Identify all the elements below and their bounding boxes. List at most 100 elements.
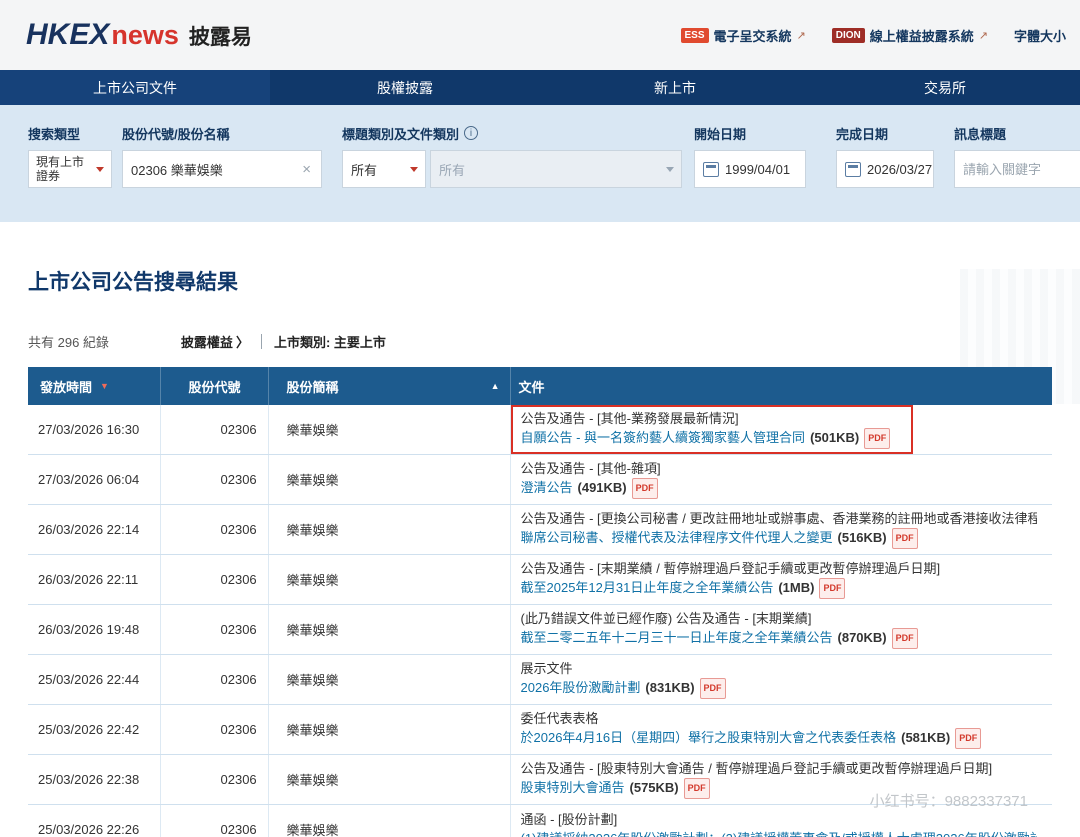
search-filter-bar: 搜索類型 現有上市證券 股份代號/股份名稱 02306 樂華娛樂 × 標題類別及…: [0, 105, 1080, 222]
release-time: 25/03/2026 22:42: [28, 705, 160, 755]
font-size-label: 字體大小: [1014, 26, 1066, 45]
header-label: 文件: [519, 377, 545, 396]
end-date-input[interactable]: 2026/03/27: [836, 150, 934, 188]
page-title: 上市公司公告搜尋結果: [28, 266, 1052, 296]
search-type-label: 搜索類型: [28, 125, 112, 141]
pdf-badge[interactable]: PDF: [819, 578, 845, 599]
document-box: 公告及通告 - [其他-雜項] 澄清公告 (491KB) PDF: [511, 455, 671, 504]
stock-code: 02306: [160, 705, 268, 755]
stock-code: 02306: [160, 555, 268, 605]
document-box: 通函 - [股份計劃] (1)建議採納2026年股份激勵計劃；(2)建議授權董事…: [511, 806, 1047, 837]
start-date-input[interactable]: 1999/04/01: [694, 150, 806, 188]
document-box: 委任代表表格 於2026年4月16日（星期四）舉行之股東特別大會之代表委任表格 (…: [511, 705, 992, 754]
stock-group: 股份代號/股份名稱 02306 樂華娛樂 ×: [122, 125, 332, 222]
dion-label: 線上權益披露系統: [870, 26, 974, 45]
logo-news-text: news: [111, 20, 179, 51]
column-header-stock-code[interactable]: 股份代號: [160, 367, 268, 405]
table-row: 27/03/2026 06:04 02306 樂華娛樂 公告及通告 - [其他-…: [28, 455, 1052, 505]
document-size: (581KB): [901, 730, 950, 745]
search-type-select[interactable]: 現有上市證券: [28, 150, 112, 188]
keyword-group: 訊息標題: [954, 125, 1080, 222]
header-links: ESS 電子呈交系統 ↗ DION 線上權益披露系統 ↗ 字體大小: [681, 26, 1067, 45]
results-table: 發放時間 ▼ 股份代號 股份簡稱 ▲ 文件 27: [28, 367, 1052, 837]
results-meta-row: 共有 296 紀錄 披露權益 〉 上市類別: 主要上市: [28, 332, 1052, 351]
stock-name: 樂華娛樂: [268, 655, 510, 705]
document-link[interactable]: 2026年股份激勵計劃: [521, 680, 641, 695]
nav-item-new-listings[interactable]: 新上市: [540, 70, 810, 105]
pdf-badge[interactable]: PDF: [892, 628, 918, 649]
ess-badge: ESS: [681, 28, 709, 43]
release-time: 25/03/2026 22:26: [28, 805, 160, 837]
keyword-input[interactable]: [954, 150, 1080, 188]
document-link[interactable]: 股東特別大會通告: [521, 780, 625, 795]
headline-type-select[interactable]: 所有: [342, 150, 426, 188]
document-category: 委任代表表格: [521, 710, 982, 728]
nav-label: 交易所: [924, 78, 966, 98]
document-link[interactable]: 澄清公告: [521, 480, 573, 495]
disclosure-of-interests-link[interactable]: 披露權益: [181, 332, 233, 351]
document-size: (491KB): [578, 480, 627, 495]
column-header-release-time[interactable]: 發放時間 ▼: [28, 367, 160, 405]
document-link[interactable]: 截至2025年12月31日止年度之全年業績公告: [521, 580, 774, 595]
dion-badge: DION: [832, 28, 865, 43]
document-category: 公告及通告 - [股東特別大會通告 / 暫停辦理過戶登記手續或更改暫停辦理過戶日…: [521, 760, 993, 778]
document-link[interactable]: 截至二零二五年十二月三十一日止年度之全年業績公告: [521, 630, 833, 645]
table-row: 25/03/2026 22:42 02306 樂華娛樂 委任代表表格 於2026…: [28, 705, 1052, 755]
nav-label: 股權披露: [377, 78, 433, 98]
clear-icon[interactable]: ×: [300, 161, 313, 178]
calendar-icon[interactable]: [703, 162, 719, 177]
font-size-control[interactable]: 字體大小: [1014, 26, 1066, 45]
pdf-badge[interactable]: PDF: [700, 678, 726, 699]
headline-label-text: 標題類別及文件類別: [342, 124, 459, 143]
stock-name: 樂華娛樂: [268, 805, 510, 837]
document-category: 通函 - [股份計劃]: [521, 811, 1037, 829]
column-header-stock-name[interactable]: 股份簡稱 ▲: [268, 367, 510, 405]
external-link-icon: ↗: [979, 29, 988, 42]
calendar-icon[interactable]: [845, 162, 861, 177]
document-category: 公告及通告 - [其他-雜項]: [521, 460, 661, 478]
document-category: 展示文件: [521, 660, 726, 678]
end-date-label: 完成日期: [836, 125, 944, 141]
document-link[interactable]: 聯席公司秘書、授權代表及法律程序文件代理人之變更: [521, 530, 833, 545]
headline-label: 標題類別及文件類別 i: [342, 125, 682, 141]
start-date-label: 開始日期: [694, 125, 826, 141]
pdf-badge[interactable]: PDF: [892, 528, 918, 549]
search-type-value: 現有上市證券: [36, 155, 95, 183]
document-link[interactable]: 自願公告 - 與一名簽約藝人續簽獨家藝人管理合同: [521, 430, 806, 445]
info-icon[interactable]: i: [464, 126, 478, 140]
release-time: 25/03/2026 22:38: [28, 755, 160, 805]
release-time: 25/03/2026 22:44: [28, 655, 160, 705]
logo-hkex-text: HKEX: [26, 18, 109, 52]
pdf-badge[interactable]: PDF: [955, 728, 981, 749]
document-link[interactable]: (1)建議採納2026年股份激勵計劃；(2)建議授權董事會及/或授權人士處理20…: [521, 831, 1037, 837]
document-cell: 公告及通告 - [末期業績 / 暫停辦理過戶登記手續或更改暫停辦理過戶日期] 截…: [510, 555, 1052, 605]
nav-item-disclosure-of-interests[interactable]: 股權披露: [270, 70, 540, 105]
nav-item-listed-company-documents[interactable]: 上市公司文件: [0, 70, 270, 105]
stock-input[interactable]: 02306 樂華娛樂 ×: [122, 150, 322, 188]
stock-code: 02306: [160, 805, 268, 837]
stock-name: 樂華娛樂: [268, 455, 510, 505]
hkexnews-logo[interactable]: HKEX news 披露易: [26, 18, 252, 52]
document-cell: 公告及通告 - [其他-業務發展最新情況] 自願公告 - 與一名簽約藝人續簽獨家…: [510, 405, 1052, 455]
keyword-label: 訊息標題: [954, 125, 1080, 141]
stock-code: 02306: [160, 505, 268, 555]
end-date-value: 2026/03/27: [867, 162, 932, 177]
pdf-badge[interactable]: PDF: [864, 428, 890, 449]
document-box: 展示文件 2026年股份激勵計劃 (831KB) PDF: [511, 655, 736, 704]
column-header-documents[interactable]: 文件: [510, 367, 1052, 405]
stock-name: 樂華娛樂: [268, 705, 510, 755]
record-count: 共有 296 紀錄: [28, 332, 109, 351]
document-type-select[interactable]: 所有: [430, 150, 682, 188]
document-size: (831KB): [645, 680, 694, 695]
document-cell: 公告及通告 - [股東特別大會通告 / 暫停辦理過戶登記手續或更改暫停辦理過戶日…: [510, 755, 1052, 805]
dion-link[interactable]: DION 線上權益披露系統 ↗: [832, 26, 988, 45]
ess-link[interactable]: ESS 電子呈交系統 ↗: [681, 26, 806, 45]
header-label: 發放時間: [40, 377, 92, 396]
pdf-badge[interactable]: PDF: [684, 778, 710, 799]
sort-descending-icon: ▼: [100, 381, 109, 391]
pdf-badge[interactable]: PDF: [632, 478, 658, 499]
stock-label: 股份代號/股份名稱: [122, 125, 332, 141]
document-link[interactable]: 於2026年4月16日（星期四）舉行之股東特別大會之代表委任表格: [521, 730, 897, 745]
table-row: 26/03/2026 22:11 02306 樂華娛樂 公告及通告 - [末期業…: [28, 555, 1052, 605]
nav-item-exchange[interactable]: 交易所: [810, 70, 1080, 105]
